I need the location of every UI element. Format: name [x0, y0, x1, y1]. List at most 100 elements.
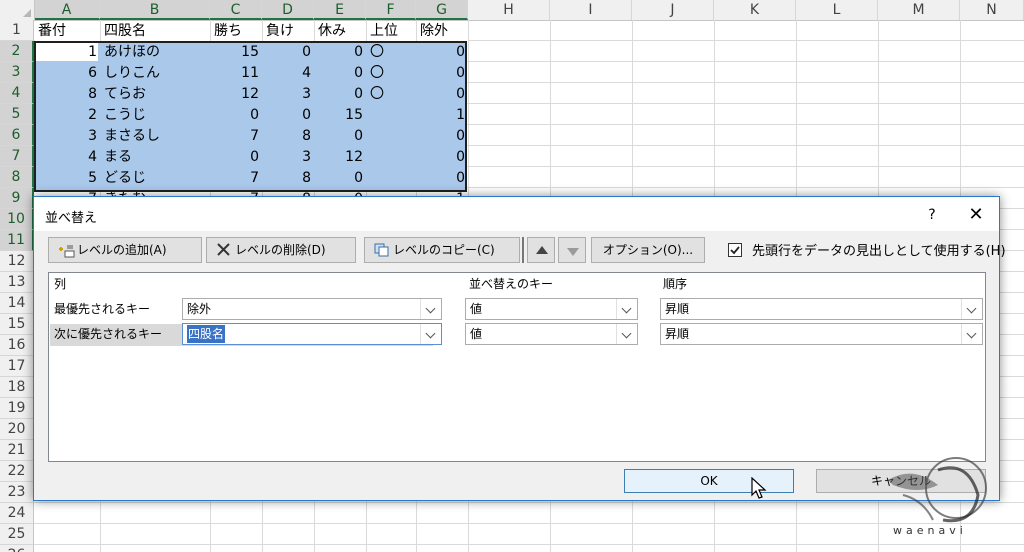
data-cell[interactable]: 0: [315, 168, 366, 188]
row-header-2[interactable]: 2: [0, 41, 34, 62]
column-header-L[interactable]: L: [796, 0, 878, 20]
data-cell[interactable]: 0: [315, 42, 366, 62]
ok-button[interactable]: OK: [624, 469, 794, 493]
data-cell[interactable]: まさるし: [101, 126, 210, 146]
level-2-sort-on-select[interactable]: 値: [465, 323, 638, 345]
data-cell[interactable]: 0: [315, 84, 366, 104]
data-cell[interactable]: 〇: [367, 63, 416, 83]
column-header-C[interactable]: C: [210, 0, 262, 20]
help-button[interactable]: ?: [920, 203, 944, 227]
data-cell[interactable]: 3: [263, 84, 314, 104]
row-header-3[interactable]: 3: [0, 62, 34, 83]
column-header-G[interactable]: G: [416, 0, 468, 20]
close-button[interactable]: ✕: [964, 203, 988, 227]
header-cell[interactable]: 上位: [367, 21, 416, 41]
row-header-24[interactable]: 24: [0, 503, 34, 524]
row-header-11[interactable]: 11: [0, 230, 34, 251]
row-header-10[interactable]: 10: [0, 209, 34, 230]
data-cell[interactable]: 8: [263, 168, 314, 188]
data-cell[interactable]: 0: [315, 63, 366, 83]
data-cell[interactable]: 0: [315, 126, 366, 146]
header-cell[interactable]: 四股名: [101, 21, 210, 41]
data-cell[interactable]: 0: [417, 126, 468, 146]
data-cell[interactable]: 11: [211, 63, 262, 83]
data-cell[interactable]: 1: [417, 105, 468, 125]
data-cell[interactable]: 3: [263, 147, 314, 167]
data-cell[interactable]: てらお: [101, 84, 210, 104]
row-header-12[interactable]: 12: [0, 251, 34, 272]
row-header-8[interactable]: 8: [0, 167, 34, 188]
data-cell[interactable]: 15: [315, 105, 366, 125]
data-cell[interactable]: 0: [211, 147, 262, 167]
data-cell[interactable]: [367, 147, 416, 167]
level-2-order-select[interactable]: 昇順: [660, 323, 983, 345]
header-cell[interactable]: 休み: [315, 21, 366, 41]
data-cell[interactable]: [367, 168, 416, 188]
column-header-E[interactable]: E: [314, 0, 366, 20]
row-header-25[interactable]: 25: [0, 524, 34, 545]
row-header-21[interactable]: 21: [0, 440, 34, 461]
level-1-column-select[interactable]: 除外: [182, 298, 442, 320]
level-1-order-select[interactable]: 昇順: [660, 298, 983, 320]
level-2-column-select[interactable]: 四股名: [182, 323, 442, 345]
column-header-I[interactable]: I: [550, 0, 632, 20]
column-header-K[interactable]: K: [714, 0, 796, 20]
move-down-button[interactable]: [558, 237, 586, 263]
column-header-B[interactable]: B: [100, 0, 210, 20]
data-cell[interactable]: 0: [263, 42, 314, 62]
options-button[interactable]: オプション(O)...: [591, 237, 705, 263]
column-header-D[interactable]: D: [262, 0, 314, 20]
column-header-F[interactable]: F: [366, 0, 416, 20]
data-cell[interactable]: 4: [263, 63, 314, 83]
row-header-17[interactable]: 17: [0, 356, 34, 377]
data-cell[interactable]: 0: [417, 63, 468, 83]
row-header-26[interactable]: 26: [0, 545, 34, 552]
data-cell[interactable]: 15: [211, 42, 262, 62]
data-cell[interactable]: 5: [35, 168, 100, 188]
data-cell[interactable]: 8: [263, 126, 314, 146]
data-cell[interactable]: 0: [263, 105, 314, 125]
data-cell[interactable]: [367, 126, 416, 146]
delete-level-button[interactable]: レベルの削除(D): [206, 237, 356, 263]
data-cell[interactable]: 1: [35, 42, 100, 62]
row-header-20[interactable]: 20: [0, 419, 34, 440]
row-header-7[interactable]: 7: [0, 146, 34, 167]
data-cell[interactable]: まる: [101, 147, 210, 167]
header-row-checkbox[interactable]: [728, 243, 742, 257]
header-cell[interactable]: 番付: [35, 21, 100, 41]
data-cell[interactable]: こうじ: [101, 105, 210, 125]
move-up-button[interactable]: [527, 237, 555, 263]
data-cell[interactable]: 0: [211, 105, 262, 125]
column-header-M[interactable]: M: [878, 0, 960, 20]
row-header-18[interactable]: 18: [0, 377, 34, 398]
data-cell[interactable]: 12: [211, 84, 262, 104]
data-cell[interactable]: [367, 105, 416, 125]
row-header-13[interactable]: 13: [0, 272, 34, 293]
level-1-sort-on-select[interactable]: 値: [465, 298, 638, 320]
data-cell[interactable]: 0: [417, 42, 468, 62]
data-cell[interactable]: あけほの: [101, 42, 210, 62]
data-cell[interactable]: 0: [417, 168, 468, 188]
data-cell[interactable]: 7: [211, 126, 262, 146]
header-cell[interactable]: 除外: [417, 21, 468, 41]
row-header-6[interactable]: 6: [0, 125, 34, 146]
copy-level-button[interactable]: レベルのコピー(C): [364, 237, 520, 263]
data-cell[interactable]: 〇: [367, 42, 416, 62]
column-header-N[interactable]: N: [960, 0, 1024, 20]
data-cell[interactable]: 7: [211, 168, 262, 188]
add-level-button[interactable]: レベルの追加(A): [48, 237, 202, 263]
row-header-5[interactable]: 5: [0, 104, 34, 125]
column-header-H[interactable]: H: [468, 0, 550, 20]
data-cell[interactable]: 〇: [367, 84, 416, 104]
row-header-23[interactable]: 23: [0, 482, 34, 503]
row-header-19[interactable]: 19: [0, 398, 34, 419]
data-cell[interactable]: 12: [315, 147, 366, 167]
row-header-22[interactable]: 22: [0, 461, 34, 482]
select-all-corner[interactable]: [0, 0, 35, 20]
data-cell[interactable]: どるじ: [101, 168, 210, 188]
row-header-14[interactable]: 14: [0, 293, 34, 314]
row-header-15[interactable]: 15: [0, 314, 34, 335]
header-cell[interactable]: 勝ち: [211, 21, 262, 41]
header-cell[interactable]: 負け: [263, 21, 314, 41]
data-cell[interactable]: 4: [35, 147, 100, 167]
